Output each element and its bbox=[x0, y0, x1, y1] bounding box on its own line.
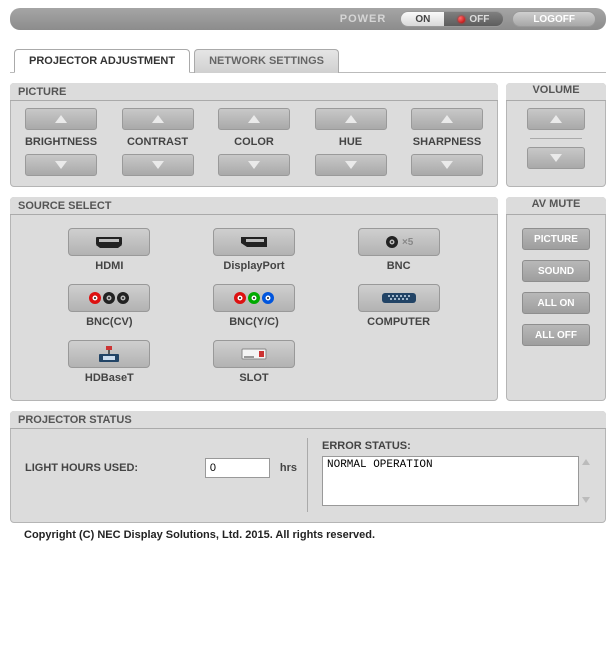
source-bnccv-label: BNC(CV) bbox=[86, 316, 132, 328]
bnc-x5-label: ×5 bbox=[402, 237, 413, 248]
picture-group: PICTURE BRIGHTNESS CONT bbox=[10, 83, 498, 187]
light-hours-value bbox=[205, 458, 270, 478]
power-off-button[interactable]: OFF bbox=[444, 12, 503, 26]
hue-controls: HUE bbox=[311, 108, 391, 176]
source-computer-button[interactable] bbox=[358, 284, 440, 312]
source-hdbaset-label: HDBaseT bbox=[85, 372, 134, 384]
source-title: SOURCE SELECT bbox=[18, 200, 112, 212]
volume-separator bbox=[530, 138, 582, 139]
hue-label: HUE bbox=[339, 136, 362, 148]
source-slot-button[interactable] bbox=[213, 340, 295, 368]
vga-port-icon bbox=[381, 290, 417, 306]
source-slot-label: SLOT bbox=[239, 372, 268, 384]
triangle-down-icon bbox=[247, 160, 261, 170]
source-displayport-label: DisplayPort bbox=[223, 260, 284, 272]
color-controls: COLOR bbox=[214, 108, 294, 176]
footer-copyright: Copyright (C) NEC Display Solutions, Ltd… bbox=[24, 529, 606, 541]
source-bnc-label: BNC bbox=[387, 260, 411, 272]
bnc-connector-icon bbox=[384, 234, 400, 250]
light-hours-label: LIGHT HOURS USED: bbox=[25, 462, 195, 474]
source-hdbaset-button[interactable] bbox=[68, 340, 150, 368]
av-mute-group: AV MUTE PICTURE SOUND ALL ON ALL OFF bbox=[506, 197, 606, 401]
source-bncyc-button[interactable] bbox=[213, 284, 295, 312]
tabs: PROJECTOR ADJUSTMENT NETWORK SETTINGS bbox=[10, 48, 606, 73]
power-label: POWER bbox=[340, 13, 387, 25]
source-hdmi-label: HDMI bbox=[95, 260, 123, 272]
error-status-text bbox=[322, 456, 579, 506]
slot-card-icon bbox=[239, 346, 269, 362]
hdmi-port-icon bbox=[93, 235, 125, 249]
color-label: COLOR bbox=[234, 136, 274, 148]
triangle-down-icon bbox=[549, 153, 563, 163]
triangle-down-icon bbox=[151, 160, 165, 170]
color-down-button[interactable] bbox=[218, 154, 290, 176]
top-bar: POWER ON OFF LOGOFF bbox=[10, 8, 606, 30]
color-up-button[interactable] bbox=[218, 108, 290, 130]
power-off-led-icon bbox=[458, 16, 465, 23]
avmute-allon-button[interactable]: ALL ON bbox=[522, 292, 590, 314]
source-select-group: SOURCE SELECT HDMI bbox=[10, 197, 498, 401]
sharpness-controls: SHARPNESS bbox=[407, 108, 487, 176]
picture-title: PICTURE bbox=[18, 86, 66, 98]
source-hdmi-button[interactable] bbox=[68, 228, 150, 256]
scroll-up-icon[interactable] bbox=[581, 458, 591, 466]
sharpness-label: SHARPNESS bbox=[413, 136, 481, 148]
logoff-button[interactable]: LOGOFF bbox=[512, 11, 596, 27]
triangle-down-icon bbox=[344, 160, 358, 170]
triangle-up-icon bbox=[549, 114, 563, 124]
brightness-up-button[interactable] bbox=[25, 108, 97, 130]
sharpness-down-button[interactable] bbox=[411, 154, 483, 176]
avmute-picture-button[interactable]: PICTURE bbox=[522, 228, 590, 250]
hue-up-button[interactable] bbox=[315, 108, 387, 130]
avmute-alloff-button[interactable]: ALL OFF bbox=[522, 324, 590, 346]
hue-down-button[interactable] bbox=[315, 154, 387, 176]
triangle-up-icon bbox=[151, 114, 165, 124]
source-computer-label: COMPUTER bbox=[367, 316, 430, 328]
triangle-down-icon bbox=[440, 160, 454, 170]
power-on-button[interactable]: ON bbox=[401, 12, 444, 26]
rca-red-black-black-icon bbox=[87, 290, 131, 306]
brightness-down-button[interactable] bbox=[25, 154, 97, 176]
avmute-sound-button[interactable]: SOUND bbox=[522, 260, 590, 282]
projector-status-group: PROJECTOR STATUS LIGHT HOURS USED: hrs E… bbox=[10, 411, 606, 523]
contrast-label: CONTRAST bbox=[127, 136, 188, 148]
scroll-down-icon[interactable] bbox=[581, 496, 591, 504]
contrast-down-button[interactable] bbox=[122, 154, 194, 176]
tab-projector-adjustment[interactable]: PROJECTOR ADJUSTMENT bbox=[14, 49, 190, 73]
triangle-up-icon bbox=[440, 114, 454, 124]
rca-rgb-icon bbox=[232, 290, 276, 306]
power-segmented: ON OFF bbox=[400, 11, 504, 27]
volume-group: VOLUME bbox=[506, 83, 606, 187]
volume-up-button[interactable] bbox=[527, 108, 585, 130]
brightness-label: BRIGHTNESS bbox=[25, 136, 97, 148]
contrast-controls: CONTRAST bbox=[118, 108, 198, 176]
source-bnc-button[interactable]: ×5 bbox=[358, 228, 440, 256]
status-title: PROJECTOR STATUS bbox=[18, 414, 132, 426]
triangle-up-icon bbox=[344, 114, 358, 124]
displayport-icon bbox=[238, 235, 270, 249]
hrs-unit: hrs bbox=[280, 462, 297, 474]
hdbaset-icon bbox=[95, 345, 123, 363]
triangle-up-icon bbox=[247, 114, 261, 124]
source-bncyc-label: BNC(Y/C) bbox=[229, 316, 279, 328]
volume-title: VOLUME bbox=[506, 84, 606, 96]
sharpness-up-button[interactable] bbox=[411, 108, 483, 130]
volume-down-button[interactable] bbox=[527, 147, 585, 169]
source-bnccv-button[interactable] bbox=[68, 284, 150, 312]
contrast-up-button[interactable] bbox=[122, 108, 194, 130]
error-scrollbar bbox=[579, 456, 593, 506]
tab-network-settings[interactable]: NETWORK SETTINGS bbox=[194, 49, 339, 73]
triangle-up-icon bbox=[54, 114, 68, 124]
avmute-title: AV MUTE bbox=[506, 198, 606, 210]
triangle-down-icon bbox=[54, 160, 68, 170]
brightness-controls: BRIGHTNESS bbox=[21, 108, 101, 176]
source-displayport-button[interactable] bbox=[213, 228, 295, 256]
error-status-label: ERROR STATUS: bbox=[322, 440, 593, 452]
